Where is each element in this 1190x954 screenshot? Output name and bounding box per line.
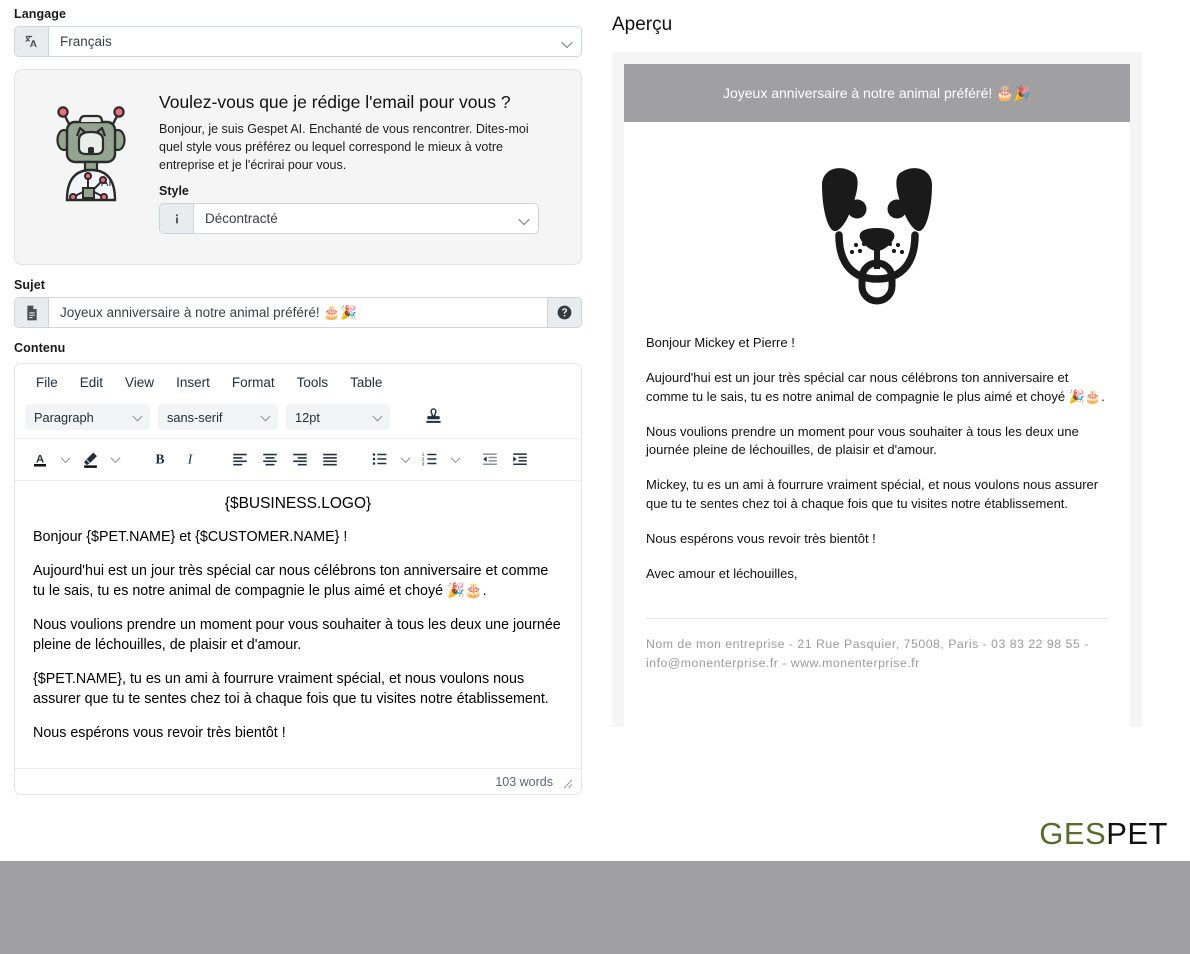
preview-paragraph: Mickey, tu es un ami à fourrure vraiment… [646, 477, 1099, 512]
language-label: Langage [14, 7, 67, 21]
menu-file[interactable]: File [25, 373, 69, 392]
menu-insert[interactable]: Insert [165, 373, 221, 392]
editor-paragraph: Nous espérons vous revoir très bientôt ! [33, 725, 286, 742]
numbered-list-chevron-icon[interactable] [445, 446, 465, 472]
align-center-icon[interactable] [255, 446, 285, 472]
preview-logo-wrap [646, 142, 1108, 312]
align-left-icon[interactable] [225, 446, 255, 472]
style-label: Style [159, 184, 189, 199]
preview-column: Aperçu Joyeux anniversaire à notre anima… [612, 0, 1172, 727]
bullet-list-chevron-icon[interactable] [395, 446, 415, 472]
editor-paragraph: Nous voulions prendre un moment pour vou… [33, 617, 561, 654]
font-family-select[interactable]: sans-serif [158, 404, 278, 430]
subject-input-group[interactable]: Joyeux anniversaire à notre animal préfé… [14, 297, 582, 328]
bold-icon[interactable]: B [145, 446, 175, 472]
ai-card-title: Voulez-vous que je rédige l'email pour v… [159, 92, 511, 112]
dog-face-logo-icon [773, 142, 981, 312]
translate-icon [15, 27, 49, 56]
text-color-chevron-icon[interactable] [55, 446, 75, 472]
preview-header-text: Joyeux anniversaire à notre animal préfé… [722, 84, 1031, 101]
chevron-down-icon [520, 214, 529, 223]
help-circle-icon[interactable] [547, 298, 581, 327]
font-size-select[interactable]: 12pt [286, 404, 390, 430]
menu-tools[interactable]: Tools [286, 373, 340, 392]
chevron-down-icon [133, 412, 143, 422]
style-value: Décontracté [205, 211, 278, 227]
editor-logo-placeholder: {$BUSINESS.LOGO} [224, 495, 372, 512]
preview-footer: Nom de mon entreprise - 21 Rue Pasquier,… [646, 636, 1089, 670]
font-family-value: sans-serif [167, 409, 223, 425]
preview-separator [646, 617, 1108, 619]
preview-paragraph: Nous voulions prendre un moment pour vou… [646, 423, 1079, 458]
preview-body: Bonjour Mickey et Pierre ! Aujourd'hui e… [624, 122, 1130, 727]
email-preview-frame: Joyeux anniversaire à notre animal préfé… [612, 52, 1142, 727]
gespet-logo: GESPET [1039, 816, 1168, 852]
preview-paragraph: Avec amour et léchouilles, [646, 565, 798, 581]
page-root: Langage Français AI Voulez-vous que je r… [0, 0, 1190, 954]
background-color-chevron-icon[interactable] [105, 446, 125, 472]
preview-paragraph: Aujourd'hui est un jour très spécial car… [646, 369, 1105, 404]
indent-icon[interactable] [505, 446, 535, 472]
editor-paragraph: Bonjour {$PET.NAME} et {$CUSTOMER.NAME} … [33, 529, 348, 545]
background-color-icon[interactable] [75, 446, 105, 472]
menu-table[interactable]: Table [339, 373, 393, 392]
chevron-down-icon [261, 412, 271, 422]
menu-format[interactable]: Format [221, 373, 286, 392]
editor-menubar: File Edit View Insert Format Tools Table [15, 364, 581, 400]
block-format-value: Paragraph [34, 409, 94, 425]
editor-paragraph: Aujourd'hui est un jour très spécial car… [33, 563, 549, 600]
text-color-icon[interactable]: A [25, 446, 55, 472]
gespet-logo-ges: GES [1039, 816, 1107, 851]
menu-edit[interactable]: Edit [69, 373, 114, 392]
subject-label: Sujet [14, 278, 46, 292]
editor-statusbar: 103 words [15, 768, 581, 794]
chevron-down-icon [373, 412, 383, 422]
editor-paragraph: {$PET.NAME}, tu es un ami à fourrure vra… [33, 671, 549, 708]
resize-grip-icon[interactable] [561, 776, 573, 788]
language-select[interactable]: Français [49, 27, 581, 56]
menu-view[interactable]: View [114, 373, 165, 392]
chevron-down-icon [563, 37, 572, 46]
svg-text:A: A [36, 453, 44, 465]
ai-pet-robot-icon: AI [29, 92, 153, 202]
style-select-group[interactable]: Décontracté [159, 203, 539, 235]
preview-header-band: Joyeux anniversaire à notre animal préfé… [624, 64, 1130, 122]
stamp-icon[interactable] [420, 404, 446, 430]
ai-assistant-card: AI Voulez-vous que je rédige l'email pou… [14, 69, 582, 265]
ai-card-body: Voulez-vous que je rédige l'email pour v… [153, 92, 563, 235]
numbered-list-icon[interactable]: 1 2 3 [415, 446, 445, 472]
block-format-select[interactable]: Paragraph [25, 404, 150, 430]
svg-text:I: I [187, 452, 194, 467]
document-icon [15, 298, 49, 327]
content-label: Contenu [14, 341, 66, 355]
subject-value: Joyeux anniversaire à notre animal préfé… [60, 304, 358, 320]
info-icon [160, 204, 194, 234]
ai-card-description: Bonjour, je suis Gespet AI. Enchanté de … [159, 122, 529, 172]
bottom-bar [0, 861, 1190, 954]
language-select-group[interactable]: Français [14, 26, 582, 57]
align-right-icon[interactable] [285, 446, 315, 472]
editor-toolbar-styles: A B I 1 2 3 [15, 438, 581, 480]
bullet-list-icon[interactable] [365, 446, 395, 472]
align-justify-icon[interactable] [315, 446, 345, 472]
email-editor-column: Langage Français AI Voulez-vous que je r… [14, 0, 582, 795]
preview-title: Aperçu [612, 14, 673, 35]
editor-content-area[interactable]: {$BUSINESS.LOGO} Bonjour {$PET.NAME} et … [15, 480, 581, 768]
subject-input[interactable]: Joyeux anniversaire à notre animal préfé… [49, 298, 547, 327]
italic-icon[interactable]: I [175, 446, 205, 472]
gespet-logo-pet: PET [1106, 816, 1168, 851]
font-size-value: 12pt [295, 409, 320, 425]
outdent-icon[interactable] [475, 446, 505, 472]
language-value: Français [60, 34, 112, 49]
svg-text:B: B [155, 452, 164, 467]
word-count: 103 words [495, 774, 553, 789]
preview-paragraph: Nous espérons vous revoir très bientôt ! [646, 530, 876, 546]
preview-paragraph: Bonjour Mickey et Pierre ! [646, 335, 795, 350]
svg-text:3: 3 [422, 461, 425, 466]
rich-text-editor: File Edit View Insert Format Tools Table… [14, 363, 582, 795]
editor-toolbar-formats: Paragraph sans-serif 12pt [15, 400, 581, 438]
style-select[interactable]: Décontracté [194, 204, 538, 234]
